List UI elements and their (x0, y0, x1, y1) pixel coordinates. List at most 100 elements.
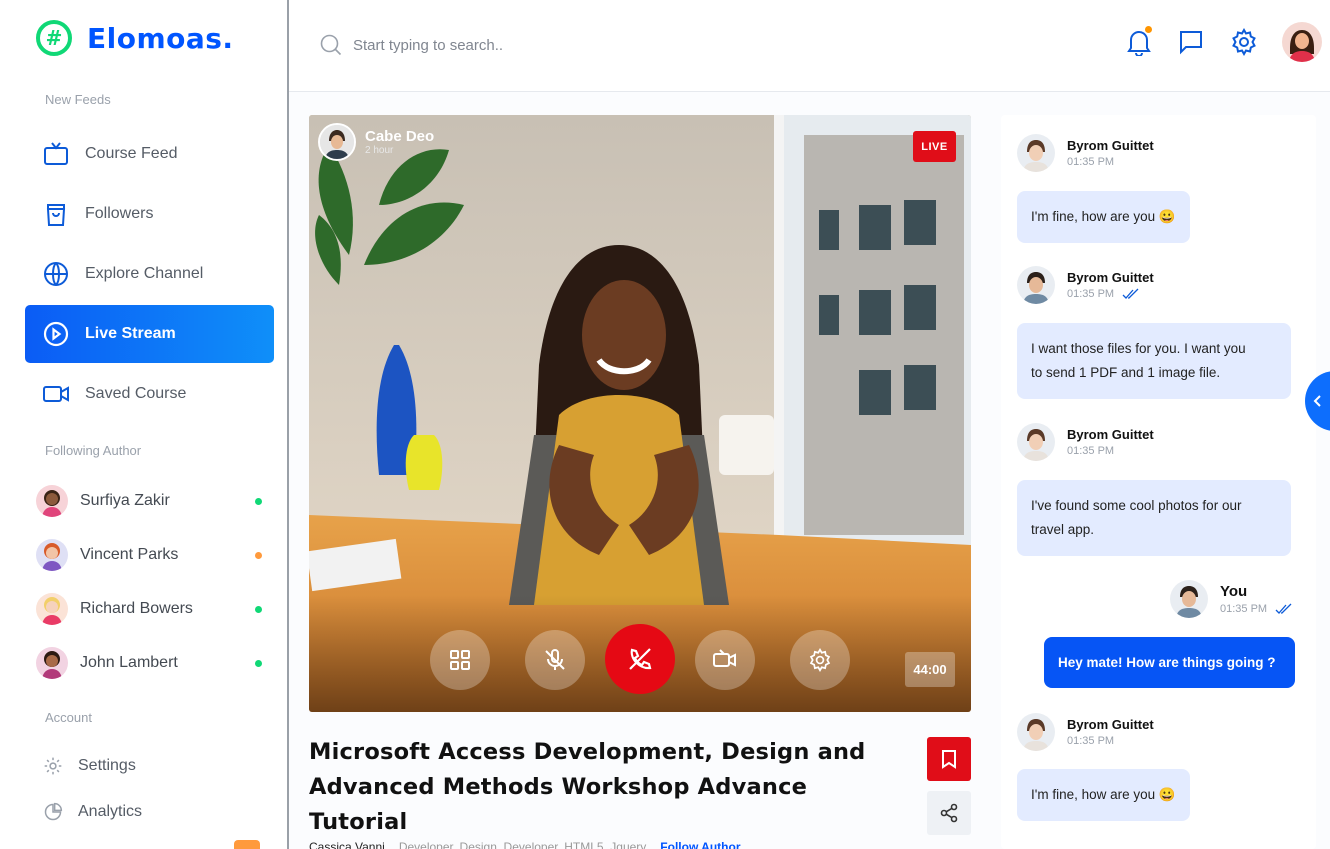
stream-time: 2 hour (365, 145, 394, 156)
stream-settings-button[interactable] (790, 630, 850, 690)
avatar (36, 539, 68, 571)
follow-author-link[interactable]: Follow Author (660, 840, 740, 849)
notifications-button[interactable] (1124, 26, 1154, 57)
sender-name: You (1220, 583, 1248, 600)
chat-bubble-own: Hey mate! How are things going ? (1044, 637, 1295, 688)
nav-item-followers[interactable]: Followers (25, 185, 274, 243)
section-label-new-feeds: New Feeds (45, 92, 111, 107)
author-item-richard-bowers[interactable]: Richard Bowers (36, 591, 262, 627)
read-receipt-icon (1122, 288, 1139, 299)
pie-chart-icon (42, 801, 64, 823)
brand-name: Elomoas. (87, 21, 234, 55)
nav-item-live-stream[interactable]: Live Stream (25, 305, 274, 363)
course-title: Microsoft Access Development, Design and… (309, 735, 909, 840)
avatar (36, 485, 68, 517)
author-item-surfiya-zakir[interactable]: Surfiya Zakir (36, 483, 262, 519)
avatar (36, 593, 68, 625)
avatar[interactable] (1017, 713, 1055, 751)
live-badge: LIVE (913, 131, 956, 162)
share-icon (940, 803, 958, 823)
end-call-button[interactable] (605, 624, 675, 694)
chat-message-header: You 01:35 PM (1170, 580, 1293, 618)
section-label-account: Account (45, 710, 92, 725)
notification-dot (1145, 26, 1152, 33)
message-time: 01:35 PM (1067, 445, 1115, 457)
sender-name: Byrom Guittet (1067, 427, 1154, 442)
logo-mark-icon: # (36, 20, 72, 56)
search-placeholder: Start typing to search.. (353, 36, 504, 54)
chat-bubble-line: I've found some cool photos for our (1031, 498, 1242, 513)
author-name: Vincent Parks (80, 546, 179, 563)
streamer-avatar[interactable] (318, 123, 356, 161)
account-item-label: Settings (78, 757, 136, 774)
author-item-john-lambert[interactable]: John Lambert (36, 645, 262, 681)
sender-name: Byrom Guittet (1067, 270, 1154, 285)
mic-off-icon (545, 649, 565, 670)
author-item-vincent-parks[interactable]: Vincent Parks (36, 537, 262, 573)
message-time: 01:35 PM (1067, 735, 1115, 747)
avatar[interactable] (1170, 580, 1208, 618)
away-status-dot (255, 551, 262, 559)
nav-item-label: Explore Channel (85, 265, 204, 282)
nav-item-label: Course Feed (85, 145, 178, 162)
bookmark-icon (942, 750, 956, 769)
bookmark-button[interactable] (927, 737, 971, 781)
streamer-name: Cabe Deo (365, 128, 435, 145)
chat-bubble: I want those files for you. I want you t… (1017, 323, 1291, 399)
avatar[interactable] (1017, 134, 1055, 172)
avatar (36, 647, 68, 679)
sidebar: # Elomoas. New Feeds Course Feed Followe… (0, 0, 289, 849)
share-button[interactable] (927, 791, 971, 835)
video-frame-image (309, 115, 971, 712)
avatar[interactable] (1017, 266, 1055, 304)
online-status-dot (255, 659, 262, 667)
avatar[interactable] (1017, 423, 1055, 461)
layout-grid-button[interactable] (430, 630, 490, 690)
brand-logo[interactable]: # Elomoas. (36, 20, 234, 56)
nav-item-label: Saved Course (85, 385, 187, 402)
nav-item-saved-course[interactable]: Saved Course (25, 365, 274, 423)
course-title-line: Advanced Methods Workshop Advance Tutori… (309, 774, 808, 835)
mute-microphone-button[interactable] (525, 630, 585, 690)
play-circle-icon (42, 320, 70, 348)
message-icon (1180, 31, 1202, 55)
message-time: 01:35 PM (1067, 156, 1115, 168)
badge-tab (234, 840, 260, 849)
author-name: John Lambert (80, 654, 178, 671)
video-icon (42, 380, 70, 408)
camera-off-button[interactable] (695, 630, 755, 690)
chat-message-header: Byrom Guittet 01:35 PM (1017, 266, 1154, 304)
nav-item-course-feed[interactable]: Course Feed (25, 125, 274, 183)
message-time: 01:35 PM (1220, 603, 1268, 615)
sender-name: Byrom Guittet (1067, 138, 1154, 153)
author-name: Richard Bowers (80, 600, 193, 617)
author-name: Surfiya Zakir (80, 492, 170, 509)
sender-name: Byrom Guittet (1067, 717, 1154, 732)
live-video-player[interactable]: Cabe Deo 2 hour LIVE 44:00 (309, 115, 971, 712)
gear-icon (42, 755, 64, 777)
gear-icon (1232, 28, 1256, 56)
messages-button[interactable] (1176, 27, 1206, 57)
message-time: 01:35 PM (1067, 288, 1115, 300)
gear-icon (809, 648, 831, 672)
account-item-analytics[interactable]: Analytics (42, 801, 142, 823)
grid-icon (450, 650, 470, 670)
video-off-icon (713, 649, 736, 667)
chat-bubble: I'm fine, how are you 😀 (1017, 191, 1190, 243)
user-avatar[interactable] (1282, 22, 1322, 62)
nav-item-explore-channel[interactable]: Explore Channel (25, 245, 274, 303)
bag-icon (42, 200, 70, 228)
tv-icon (42, 140, 70, 168)
chat-message-header: Byrom Guittet 01:35 PM (1017, 423, 1154, 461)
online-status-dot (255, 605, 262, 613)
account-item-label: Analytics (78, 803, 143, 820)
course-meta: Cassica Vanni Developer, Design, Develop… (309, 840, 740, 849)
settings-button[interactable] (1229, 27, 1259, 57)
section-label-following-author: Following Author (45, 443, 142, 458)
course-author[interactable]: Cassica Vanni (309, 840, 385, 849)
nav-item-label: Live Stream (85, 325, 176, 342)
chat-toggle-tab[interactable] (1305, 371, 1330, 431)
search-input[interactable]: Start typing to search.. (319, 33, 503, 57)
live-chat-panel: Byrom Guittet 01:35 PM I'm fine, how are… (1001, 115, 1316, 849)
account-item-settings[interactable]: Settings (42, 755, 136, 777)
